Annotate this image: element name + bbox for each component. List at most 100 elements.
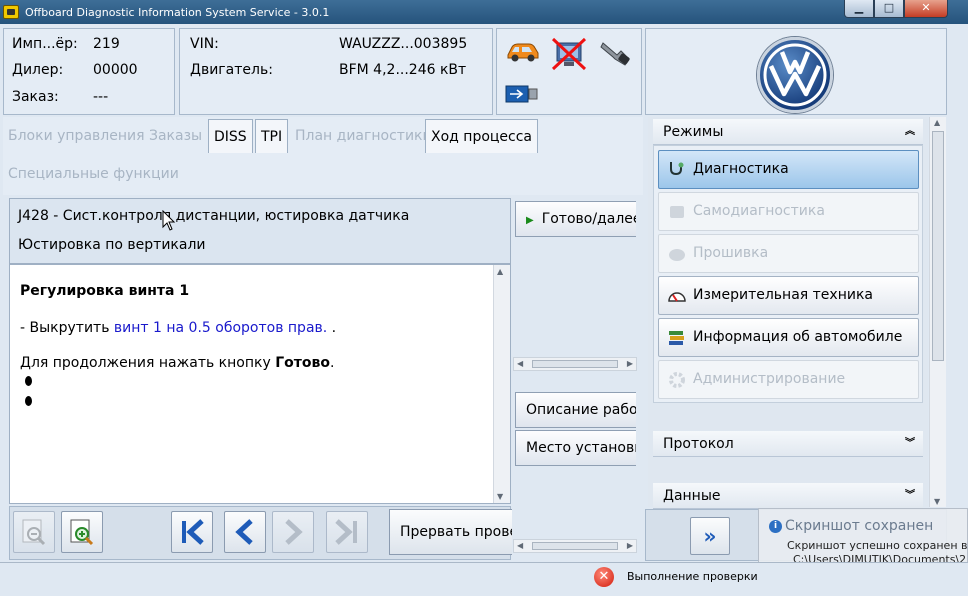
car-icon bbox=[507, 43, 539, 62]
instruction-continue-bold: Готово bbox=[275, 355, 330, 371]
forward-button[interactable]: » bbox=[690, 517, 730, 555]
brand-logo-panel bbox=[645, 28, 947, 115]
side-scrollbar-bottom[interactable]: ◀ ▶ bbox=[513, 539, 637, 553]
scroll-right-icon[interactable]: ▶ bbox=[627, 540, 633, 552]
scroll-left-icon[interactable]: ◀ bbox=[517, 358, 523, 370]
instruction-step: - Выкрутить винт 1 на 0.5 оборотов прав.… bbox=[20, 320, 336, 336]
vw-logo-icon bbox=[757, 37, 833, 113]
installation-location-button[interactable]: Место установки bbox=[515, 430, 636, 466]
data-header[interactable]: Данные ︾ bbox=[653, 483, 923, 509]
scroll-left-icon[interactable]: ◀ bbox=[517, 540, 523, 552]
connection-status-panel bbox=[496, 28, 642, 115]
order-info-panel: Имп...ёр: 219 Дилер: 00000 Заказ: --- bbox=[3, 28, 175, 115]
tab-tpi[interactable]: TPI bbox=[255, 119, 289, 153]
zoom-in-button[interactable] bbox=[61, 511, 103, 553]
tab-process[interactable]: Ход процесса bbox=[425, 119, 539, 153]
instruction-step-link[interactable]: винт 1 на 0.5 оборотов прав. bbox=[114, 320, 327, 336]
ready-next-label: Готово/далее bbox=[541, 211, 636, 227]
instruction-title: Регулировка винта 1 bbox=[20, 283, 190, 299]
flash-icon bbox=[669, 249, 685, 261]
test-header: J428 - Сист.контроля дистанции, юстировк… bbox=[9, 198, 511, 264]
engine-label: Двигатель: bbox=[190, 62, 273, 78]
scroll-down-icon[interactable]: ▼ bbox=[497, 492, 503, 501]
scroll-up-icon[interactable]: ▲ bbox=[934, 118, 940, 127]
scroll-thumb[interactable] bbox=[932, 131, 944, 361]
mode-administration-button[interactable]: Администрирование bbox=[658, 360, 919, 399]
dealer-label: Дилер: bbox=[12, 62, 64, 78]
tab-diagnostic-plan[interactable]: План диагностики bbox=[290, 119, 437, 153]
mode-measurement-button[interactable]: Измерительная техника bbox=[658, 276, 919, 315]
mode-diagnostics-label: Диагностика bbox=[693, 161, 789, 177]
scroll-right-icon[interactable]: ▶ bbox=[627, 358, 633, 370]
abort-test-button[interactable]: Прервать проверку bbox=[389, 509, 512, 555]
bullet-marker bbox=[25, 396, 32, 406]
app-icon bbox=[3, 5, 19, 19]
ready-next-button[interactable]: ▶ Готово/далее bbox=[515, 201, 636, 237]
title-bar: Offboard Diagnostic Information System S… bbox=[0, 0, 968, 24]
mouse-cursor-icon bbox=[162, 210, 176, 231]
mode-diagnostics-button[interactable]: Диагностика bbox=[658, 150, 919, 189]
no-connection-icon bbox=[551, 37, 587, 71]
usb-icon bbox=[505, 85, 538, 103]
window-title: Offboard Diagnostic Information System S… bbox=[25, 5, 330, 19]
tab-diss[interactable]: DISS bbox=[208, 119, 253, 153]
books-icon bbox=[669, 331, 684, 345]
modes-list: Диагностика Самодиагностика Прошивка Изм… bbox=[653, 145, 923, 403]
mode-flashing-label: Прошивка bbox=[693, 245, 769, 261]
status-bar: ✕ Выполнение проверки bbox=[0, 562, 968, 596]
modes-header[interactable]: Режимы ︽ bbox=[653, 119, 923, 145]
next-step-button[interactable] bbox=[272, 511, 314, 553]
zoom-out-button[interactable] bbox=[13, 511, 55, 553]
skip-last-icon bbox=[335, 519, 357, 545]
gauge-icon bbox=[668, 292, 686, 302]
work-description-button[interactable]: Описание работы bbox=[515, 392, 636, 428]
dealer-value: 00000 bbox=[93, 62, 138, 78]
maximize-button[interactable]: □ bbox=[874, 0, 904, 18]
zoom-in-icon bbox=[70, 519, 94, 546]
order-value: --- bbox=[93, 89, 109, 105]
first-step-button[interactable] bbox=[171, 511, 213, 553]
instruction-continue-prefix: Для продолжения нажать кнопку bbox=[20, 355, 276, 371]
importer-value: 219 bbox=[93, 36, 120, 52]
tab-special-functions[interactable]: Специальные функции bbox=[3, 157, 184, 191]
mode-flashing-button[interactable]: Прошивка bbox=[658, 234, 919, 273]
scroll-down-icon[interactable]: ▼ bbox=[934, 497, 940, 506]
notification-title: Скриншот сохранен bbox=[785, 518, 934, 534]
info-icon: i bbox=[769, 520, 782, 533]
test-header-title: J428 - Сист.контроля дистанции, юстировк… bbox=[18, 208, 410, 224]
engine-value: BFM 4,2...246 кВт bbox=[339, 62, 467, 78]
vin-value: WAUZZZ...003895 bbox=[339, 36, 468, 52]
close-button[interactable]: ✕ bbox=[904, 0, 948, 18]
scroll-thumb[interactable] bbox=[532, 542, 618, 550]
expand-icon[interactable]: ︾ bbox=[905, 431, 915, 457]
vin-label: VIN: bbox=[190, 36, 219, 52]
previous-step-button[interactable] bbox=[224, 511, 266, 553]
mode-administration-label: Администрирование bbox=[693, 371, 846, 387]
chevron-right-icon bbox=[285, 519, 303, 545]
stethoscope-icon bbox=[670, 162, 684, 176]
importer-label: Имп...ёр: bbox=[12, 36, 78, 52]
modes-header-label: Режимы bbox=[663, 124, 724, 140]
scroll-up-icon[interactable]: ▲ bbox=[497, 267, 503, 276]
tab-control-units[interactable]: Блоки управления bbox=[3, 119, 150, 153]
mode-measurement-label: Измерительная техника bbox=[693, 287, 873, 303]
tab-orders[interactable]: Заказы bbox=[144, 119, 207, 153]
self-diagnosis-icon bbox=[670, 206, 684, 218]
expand-icon[interactable]: ︾ bbox=[905, 483, 915, 509]
mode-vehicle-info-button[interactable]: Информация об автомобиле bbox=[658, 318, 919, 357]
window-controls: ▁ □ ✕ bbox=[844, 0, 948, 18]
navigation-toolbar: Прервать проверку bbox=[9, 506, 512, 560]
zoom-out-icon bbox=[22, 519, 46, 546]
modes-scrollbar[interactable]: ▲ ▼ bbox=[929, 117, 946, 507]
collapse-icon[interactable]: ︽ bbox=[905, 119, 915, 145]
skip-first-icon bbox=[182, 519, 204, 545]
protocol-header-label: Протокол bbox=[663, 436, 734, 452]
minimize-button[interactable]: ▁ bbox=[844, 0, 874, 18]
mode-self-diagnostics-button[interactable]: Самодиагностика bbox=[658, 192, 919, 231]
scroll-thumb[interactable] bbox=[532, 360, 618, 368]
modes-panel: Режимы ︽ Диагностика Самодиагностика Про… bbox=[648, 117, 928, 509]
side-scrollbar-top[interactable]: ◀ ▶ bbox=[513, 357, 637, 371]
instructions-scrollbar[interactable]: ▲ ▼ bbox=[493, 265, 510, 503]
protocol-header[interactable]: Протокол ︾ bbox=[653, 431, 923, 457]
last-step-button[interactable] bbox=[326, 511, 368, 553]
